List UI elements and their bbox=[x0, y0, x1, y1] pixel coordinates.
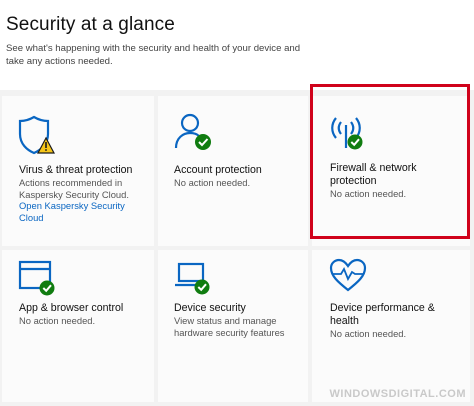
watermark: WINDOWSDIGITAL.COM bbox=[329, 388, 466, 400]
red-highlight-box bbox=[310, 84, 470, 239]
tile-account-protection[interactable]: Account protection No action needed. bbox=[158, 96, 308, 246]
tile-title: Account protection bbox=[174, 164, 262, 176]
browser-window-check-icon bbox=[18, 258, 58, 303]
page-subtitle: See what's happening with the security a… bbox=[6, 43, 301, 67]
page-title: Security at a glance bbox=[6, 14, 175, 35]
tile-app-browser-control[interactable]: App & browser control No action needed. bbox=[2, 250, 154, 402]
tile-title: Device security bbox=[174, 302, 246, 314]
tile-status: View status and manage hardware security… bbox=[174, 315, 285, 338]
tile-device-security[interactable]: Device security View status and manage h… bbox=[158, 250, 308, 402]
tile-status: No action needed. bbox=[174, 177, 251, 188]
heart-pulse-icon bbox=[328, 256, 368, 301]
tile-device-performance-health[interactable]: Device performance & health No action ne… bbox=[312, 250, 470, 402]
tile-status: Actions recommended in Kaspersky Securit… bbox=[19, 177, 129, 200]
person-check-icon bbox=[174, 112, 214, 157]
shield-warning-icon bbox=[18, 114, 56, 161]
tile-title: Virus & threat protection bbox=[19, 164, 133, 176]
tile-status: No action needed. bbox=[19, 315, 96, 326]
tile-title: App & browser control bbox=[19, 302, 124, 314]
laptop-check-icon bbox=[174, 258, 214, 303]
tile-virus-threat-protection[interactable]: Virus & threat protection Actions recomm… bbox=[2, 96, 154, 246]
tile-status: No action needed. bbox=[330, 328, 407, 339]
tile-title: Device performance & health bbox=[330, 302, 435, 327]
open-kaspersky-link[interactable]: Open Kaspersky Security Cloud bbox=[19, 200, 129, 224]
